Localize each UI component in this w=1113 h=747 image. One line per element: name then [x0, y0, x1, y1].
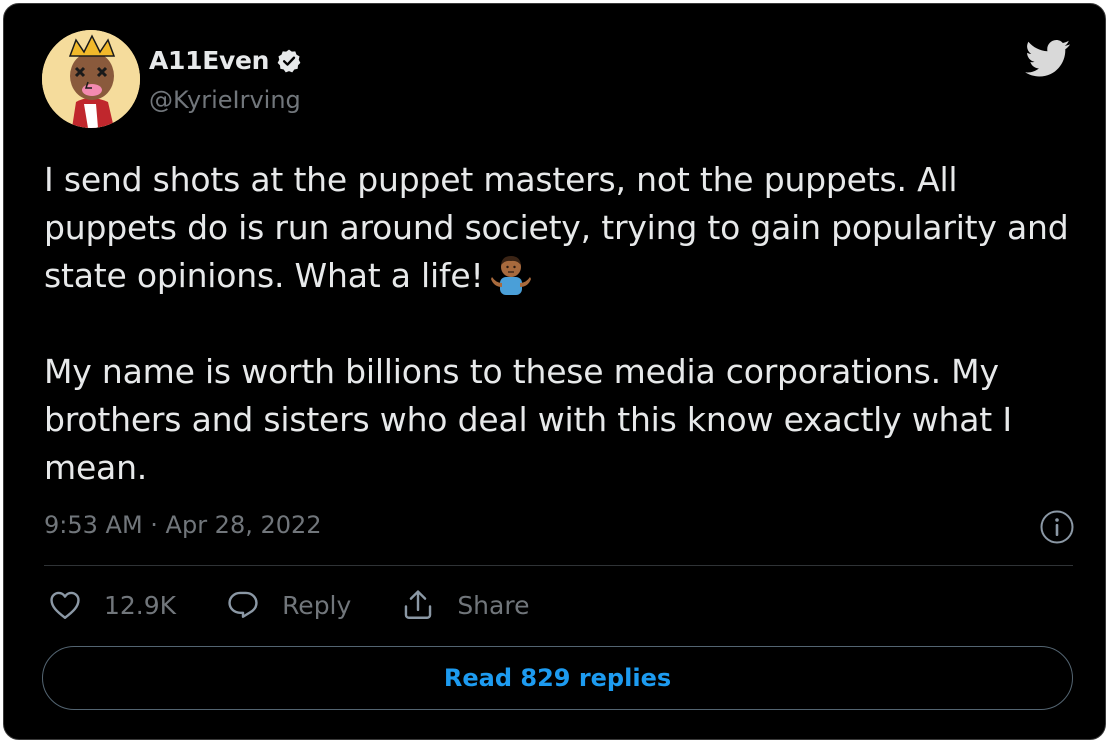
divider: [44, 565, 1073, 566]
reply-label: Reply: [282, 590, 352, 620]
read-replies-button[interactable]: Read 829 replies: [42, 646, 1073, 710]
like-count: 12.9K: [104, 590, 177, 620]
tweet-paragraph: I send shots at the puppet masters, not …: [44, 156, 1094, 300]
info-icon[interactable]: [1039, 509, 1075, 545]
person-shrugging-emoji-icon: [490, 255, 532, 295]
tweet-paragraph: My name is worth billions to these media…: [44, 352, 1012, 487]
tweet-paragraph-text: I send shots at the puppet masters, not …: [44, 160, 1069, 295]
avatar[interactable]: [42, 30, 140, 128]
speech-bubble-icon: [228, 591, 258, 618]
heart-icon: [50, 591, 80, 619]
share-label: Share: [457, 590, 530, 620]
verified-badge-icon: [276, 48, 302, 74]
author-row[interactable]: A11Even: [149, 46, 302, 75]
twitter-bird-icon[interactable]: [1025, 40, 1071, 78]
author-handle[interactable]: @KyrieIrving: [149, 86, 301, 114]
action-bar: 12.9K Reply Share: [48, 588, 579, 622]
tweet-body: I send shots at the puppet masters, not …: [44, 156, 1094, 492]
share-button[interactable]: Share: [401, 588, 529, 622]
reply-button[interactable]: Reply: [226, 588, 351, 622]
author-name[interactable]: A11Even: [149, 46, 269, 75]
tweet-timestamp[interactable]: 9:53 AM · Apr 28, 2022: [44, 511, 322, 539]
like-button[interactable]: 12.9K: [48, 588, 176, 622]
share-upload-icon: [405, 590, 432, 619]
tweet-card[interactable]: A11Even @KyrieIrving I send shots at the…: [3, 3, 1106, 740]
avatar-illustration-icon: [42, 30, 140, 128]
